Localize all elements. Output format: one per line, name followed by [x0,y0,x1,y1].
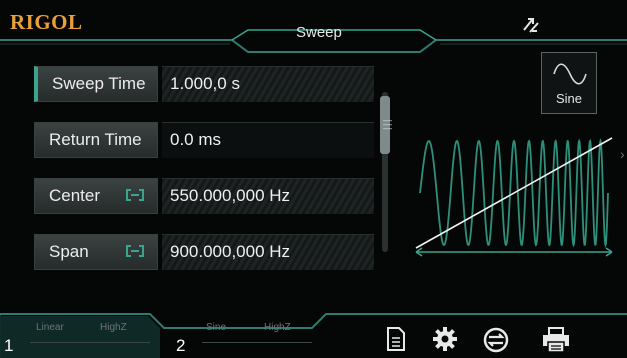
rigol-logo: RIGOL [10,10,83,34]
channel-1-wave: Linear [36,322,64,333]
channel-2-tab[interactable]: 2 Sine HighZ [164,314,314,358]
span-value[interactable]: 900.000,000 Hz [162,234,374,270]
sine-wave-icon [553,63,587,85]
channel-2-number: 2 [176,336,186,355]
next-page-arrow-icon[interactable]: › [620,146,625,162]
channel-1-divider [30,342,150,343]
return-time-label[interactable]: Return Time [34,122,158,158]
channel-2-load: HighZ [264,322,291,333]
param-row-return-time[interactable]: Return Time 0.0 ms [34,122,376,158]
header: RIGOL Sweep [0,0,627,58]
link-bracket-icon [126,189,144,201]
scroll-grip-icon: — — — [383,115,392,133]
gear-icon[interactable] [432,326,458,352]
return-time-value[interactable]: 0.0 ms [162,122,374,158]
sweep-screen: RIGOL Sweep Sweep Time 1.000,0 s Return … [0,0,627,358]
waveform-label: Sine [555,91,583,106]
channel-2-wave: Sine [206,322,227,333]
sync-arrows-icon[interactable] [518,14,544,36]
sweep-time-value[interactable]: 1.000,0 s [162,66,374,102]
sweep-time-label[interactable]: Sweep Time [34,66,158,102]
page-title: Sweep [296,24,342,41]
param-row-span[interactable]: Span 900.000,000 Hz [34,234,376,270]
param-row-center[interactable]: Center 550.000,000 Hz [34,178,376,214]
sweep-preview [415,137,613,257]
document-icon[interactable] [385,326,407,352]
channel-2-divider [202,342,312,343]
channel-1-tab[interactable]: 1 Linear HighZ [0,314,160,358]
sync-circle-icon[interactable] [482,326,510,354]
link-bracket-icon [126,245,144,257]
param-row-sweep-time[interactable]: Sweep Time 1.000,0 s [34,66,376,102]
channel-1-load: HighZ [100,322,127,333]
printer-icon[interactable] [540,326,572,354]
waveform-select-button[interactable]: Sine [541,52,597,114]
center-value[interactable]: 550.000,000 Hz [162,178,374,214]
channel-1-number: 1 [4,336,14,355]
